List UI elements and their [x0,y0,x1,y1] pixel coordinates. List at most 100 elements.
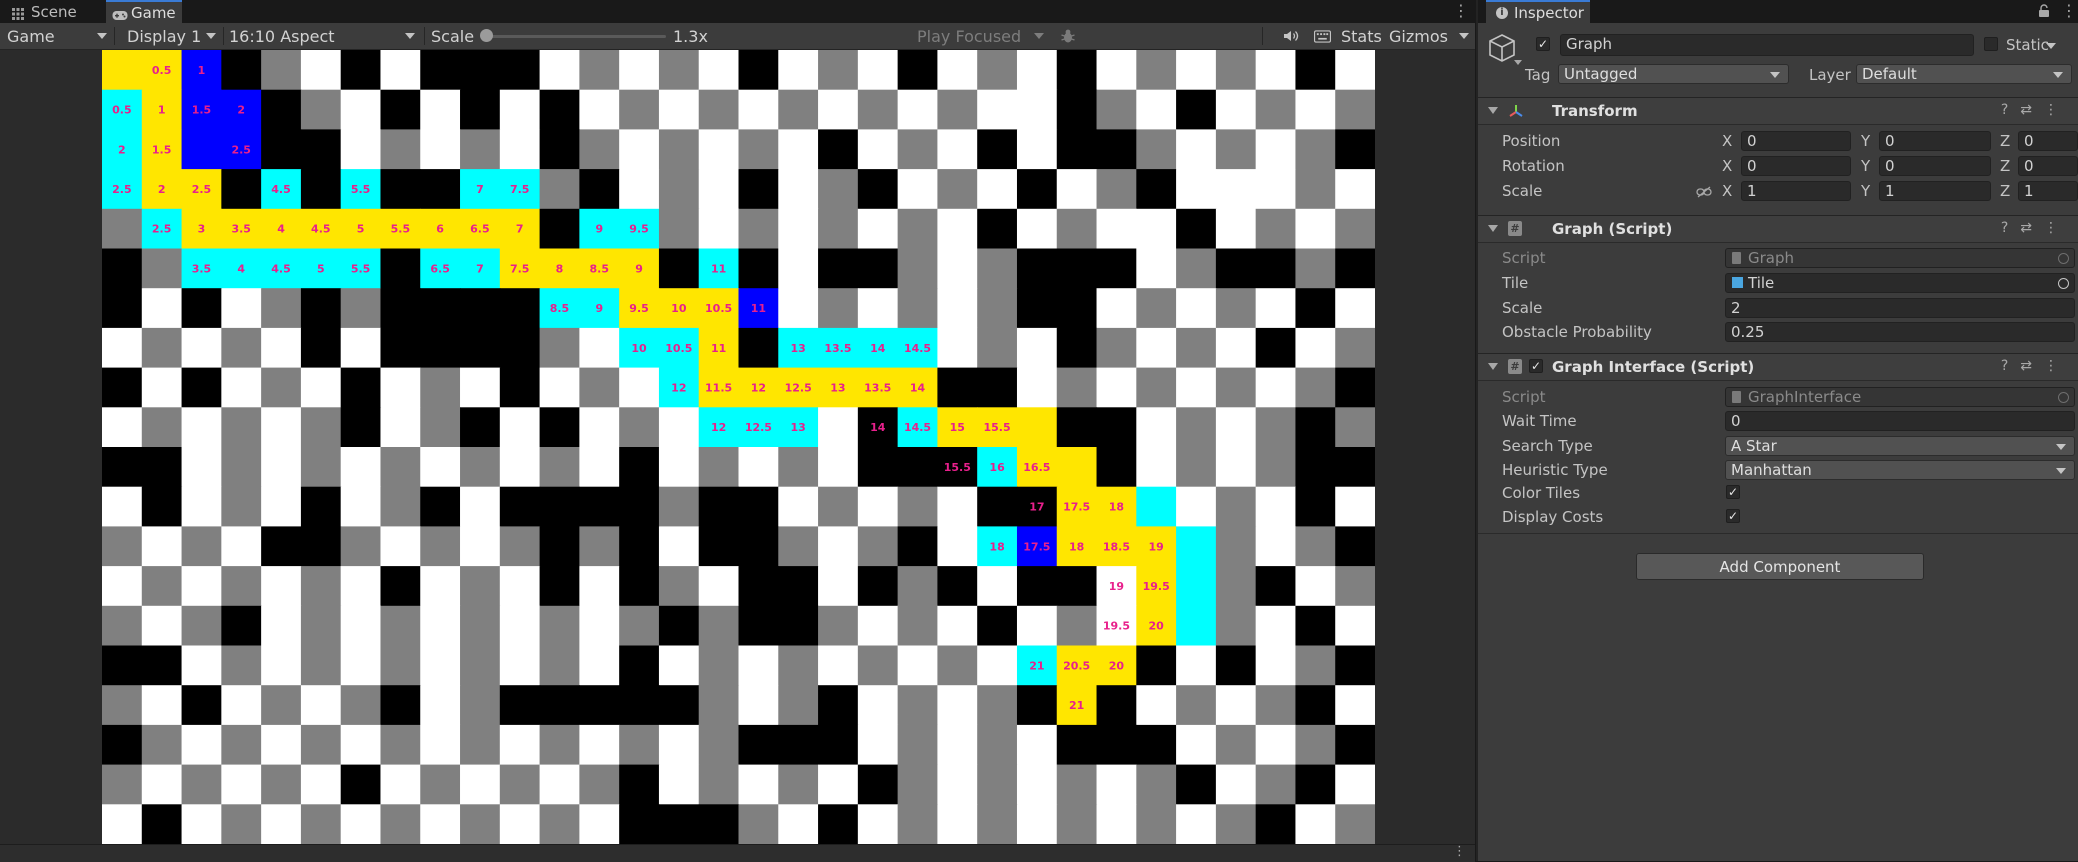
grid-tile [977,208,1018,250]
display-dropdown[interactable]: Display 1 [120,23,222,49]
grid-tile [181,566,222,607]
inspector-panel: i Inspector ⋮ ✓ Graph Static Tag Untagge… [1476,0,2078,861]
display-costs-checkbox[interactable]: ✓ [1726,509,1740,523]
component-header-icons[interactable]: ?⇄⋮ [2001,220,2070,236]
object-name-field[interactable]: Graph [1560,34,1974,56]
grid-tile [420,447,461,488]
position-y-field[interactable]: 0 [1879,131,1991,151]
grid-tile [539,566,580,607]
grid-tile [221,367,262,408]
rotation-x-field[interactable]: 0 [1741,156,1851,176]
active-checkbox[interactable]: ✓ [1536,37,1550,51]
graph-interface-component-header[interactable]: # ✓ Graph Interface (Script) ?⇄⋮ [1478,353,2078,381]
layer-dropdown[interactable]: Default [1856,64,2072,84]
tag-dropdown[interactable]: Untagged [1558,64,1789,84]
grid-tile [221,169,262,210]
rotation-z-field[interactable]: 0 [2018,156,2078,176]
object-picker-icon[interactable] [2058,278,2069,289]
lock-icon[interactable] [2038,4,2050,22]
grid-tile [937,248,978,289]
grid-tile [181,288,222,329]
grid-tile [380,407,421,448]
grid-tile [460,685,501,726]
component-header-icons[interactable]: ?⇄⋮ [2001,358,2070,374]
tab-inspector[interactable]: i Inspector [1486,0,1590,23]
grid-tile [1335,169,1375,210]
scale-slider-track[interactable] [486,35,666,38]
component-header-icons[interactable]: ?⇄⋮ [2001,102,2070,118]
scale-y-field[interactable]: 1 [1879,181,1991,201]
grid-tile [102,288,143,329]
component-enabled-checkbox[interactable]: ✓ [1529,359,1543,373]
tile-cost-label: 2.5 [112,183,132,196]
tile-cost-label: 9 [595,302,603,315]
grid-tile [340,288,382,329]
grid-tile [937,208,978,250]
inspector-more-icon[interactable]: ⋮ [2061,3,2077,19]
grid-tile [380,367,421,408]
graph-scale-field[interactable]: 2 [1725,298,2075,318]
grid-tile [1136,89,1177,130]
tile-cost-label: 3 [198,223,206,236]
grid-tile [1136,367,1177,408]
grid-tile [619,804,660,844]
stats-toggle[interactable]: Stats [1334,23,1384,49]
foldout-arrow-icon[interactable] [1488,225,1498,232]
grid-tile [738,486,779,527]
speaker-icon[interactable] [1276,23,1300,49]
color-tiles-row: Color Tiles ✓ [1478,481,2078,505]
scale-label: Scale [1502,182,1543,200]
foldout-arrow-icon[interactable] [1488,363,1498,370]
tile-cost-label: 0.5 [112,104,132,117]
transform-component-header[interactable]: Transform ?⇄⋮ [1478,97,2078,125]
tile-cost-label: 17 [1029,501,1044,514]
grid-tile [818,129,859,170]
tile-cost-label: 5 [317,262,325,275]
grid-tile [619,447,660,488]
color-tiles-checkbox[interactable]: ✓ [1726,485,1740,499]
grid-tile [738,327,779,369]
bug-icon[interactable] [1055,23,1083,49]
grid-tile [499,605,541,647]
search-type-dropdown[interactable]: A Star [1725,436,2075,456]
wait-time-field[interactable]: 0 [1725,411,2075,431]
grid-tile [1176,288,1217,329]
scale-slider-handle[interactable] [480,29,493,42]
grid-tile [460,526,501,567]
tab-scene[interactable]: Scene [6,0,104,23]
game-viewport[interactable]: 0.5 1 0.5 1 1.5 2 2 1.5 2.5 2.5 2 2.5 4.5 5.5 7 7.5 2.5 3… [0,50,1475,844]
rotation-y-field[interactable]: 0 [1879,156,1991,176]
grid-tile [380,724,421,766]
scale-x-field[interactable]: 1 [1741,181,1851,201]
gizmos-dropdown[interactable]: Gizmos [1382,23,1475,49]
grid-tile [658,804,700,844]
position-x-field[interactable]: 0 [1741,131,1851,151]
position-z-field[interactable]: 0 [2018,131,2078,151]
tile-cost-label: 21 [1069,699,1084,712]
scale-z-field[interactable]: 1 [2018,181,2078,201]
grid-tile [1136,724,1177,766]
keyboard-icon[interactable] [1307,23,1331,49]
tile-cost-label: 4.5 [311,223,331,236]
more-options-icon[interactable]: ⋮ [1453,3,1469,19]
graph-script-component-header[interactable]: # Graph (Script) ?⇄⋮ [1478,215,2078,243]
play-mode-dropdown[interactable]: Play Focused [910,23,1050,49]
tab-game[interactable]: Game [106,0,182,23]
grid-tile [1255,129,1297,170]
static-dropdown[interactable] [2046,36,2064,56]
game-mode-dropdown[interactable]: Game [0,23,113,49]
aspect-dropdown[interactable]: 16:10 Aspect [222,23,421,49]
link-icon[interactable] [1696,184,1712,202]
tile-object-field[interactable]: Tile [1725,273,2075,293]
status-more-icon[interactable]: ⋮ [1453,844,1466,860]
foldout-arrow-icon[interactable] [1488,107,1498,114]
aspect-label: 16:10 Aspect [229,26,335,46]
grid-tile [102,327,143,369]
add-component-button[interactable]: Add Component [1636,553,1924,580]
grid-tile [499,367,541,408]
cube-dropdown-arrow[interactable] [1514,60,1522,65]
static-checkbox[interactable] [1984,37,1998,51]
heuristic-type-dropdown[interactable]: Manhattan [1725,460,2075,480]
grid-tile [857,288,899,329]
obstacle-probability-field[interactable]: 0.25 [1725,322,2075,342]
